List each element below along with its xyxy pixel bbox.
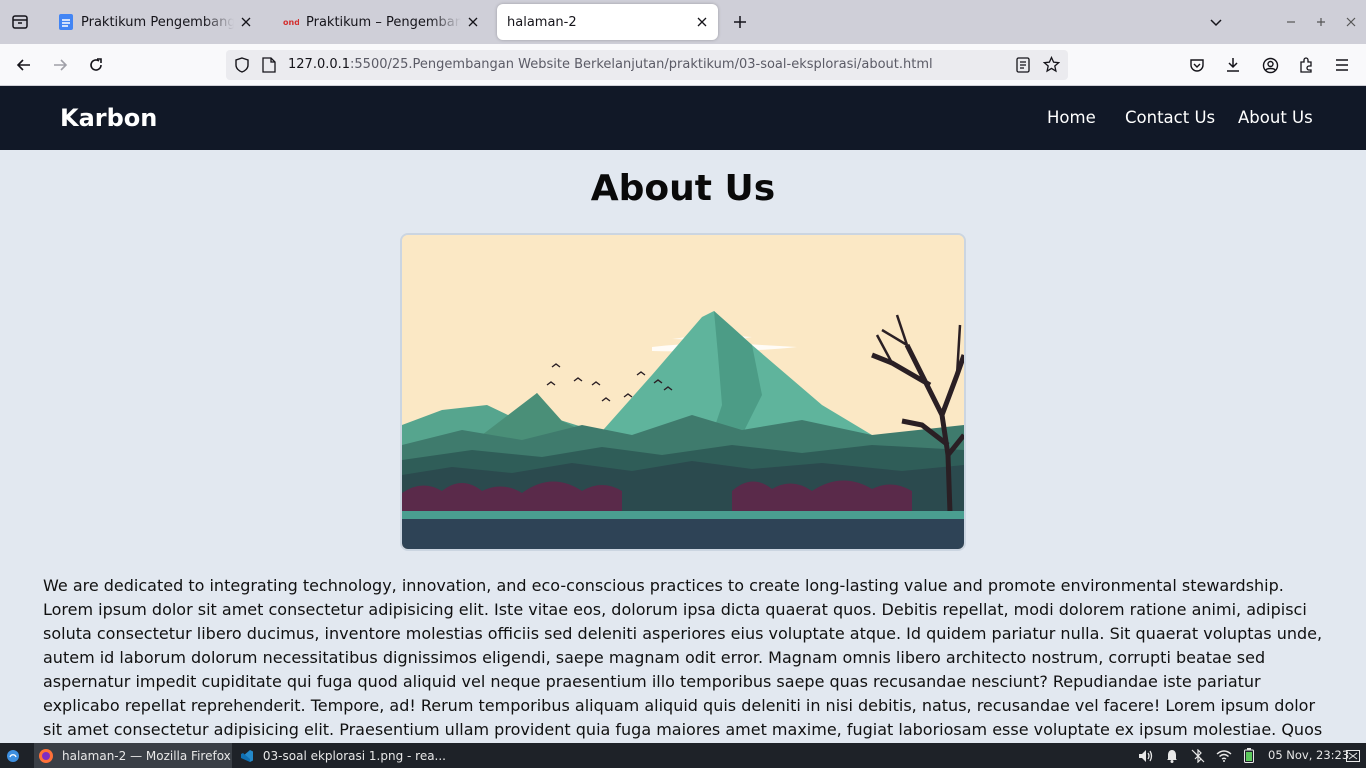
close-tab-icon[interactable] — [694, 14, 710, 30]
pocket-icon — [1190, 59, 1204, 72]
close-window-button[interactable] — [1337, 8, 1365, 36]
minimize-button[interactable] — [1277, 8, 1305, 36]
close-tab-icon[interactable] — [465, 14, 481, 30]
reload-icon — [90, 58, 102, 71]
new-tab-button[interactable] — [726, 8, 754, 36]
arrow-right-icon — [54, 59, 68, 71]
tab-title: Praktikum Pengembangan Website Berkelanj… — [81, 14, 234, 30]
browser-tab-docs[interactable]: Praktikum Pengembangan Website Berkelanj… — [50, 4, 262, 40]
url-bar[interactable]: 127.0.0.1:5500/25.Pengembangan Website B… — [226, 50, 1068, 80]
reader-view-icon[interactable] — [1016, 57, 1030, 77]
maximize-button[interactable] — [1307, 8, 1335, 36]
browser-tab-bar: Praktikum Pengembangan Website Berkelanj… — [0, 0, 1366, 44]
page-title: About Us — [590, 168, 776, 209]
mountain-landscape-illustration — [402, 235, 964, 549]
shield-icon[interactable] — [234, 57, 250, 77]
download-icon — [1227, 58, 1239, 72]
url-text[interactable]: 127.0.0.1:5500/25.Pengembangan Website B… — [288, 50, 933, 80]
plus-icon — [734, 16, 746, 28]
hero-image — [400, 233, 966, 551]
browser-tab-praktikum[interactable]: ond Praktikum – Pengembangan Website Ber… — [275, 4, 489, 40]
nav-link-contact[interactable]: Contact Us — [1125, 86, 1215, 150]
battery-button[interactable] — [1240, 743, 1258, 768]
tab-title: Praktikum – Pengembangan Website Berkela… — [306, 14, 461, 30]
os-taskbar: halaman-2 — Mozilla Firefox 03-soal ekpl… — [0, 743, 1366, 768]
svg-text:ond: ond — [283, 18, 299, 27]
notifications-button[interactable] — [1162, 743, 1182, 768]
chevron-down-icon — [1210, 19, 1222, 27]
tab-list-button[interactable] — [6, 8, 34, 36]
taskbar-item-label: halaman-2 — Mozilla Firefox — [62, 748, 231, 763]
firefox-icon — [38, 748, 54, 764]
bell-icon — [1167, 749, 1177, 763]
arrow-left-icon — [16, 59, 30, 71]
browser-toolbar: 127.0.0.1:5500/25.Pengembangan Website B… — [0, 44, 1366, 86]
start-menu-button[interactable] — [2, 743, 24, 768]
battery-icon — [1244, 748, 1254, 763]
start-menu-icon — [7, 749, 19, 762]
desktop-icon — [1346, 749, 1360, 762]
wifi-icon — [1216, 749, 1232, 762]
tab-list-icon — [12, 15, 28, 29]
about-paragraph: We are dedicated to integrating technolo… — [43, 576, 1323, 763]
puzzle-icon — [1300, 57, 1312, 73]
clock[interactable]: 05 Nov, 23:23 — [1268, 743, 1349, 768]
list-all-tabs-button[interactable] — [1202, 8, 1230, 36]
pocket-button[interactable] — [1183, 51, 1211, 79]
url-path: :5500/25.Pengembangan Website Berkelanju… — [350, 57, 933, 72]
show-desktop-button[interactable] — [1344, 743, 1362, 768]
taskbar-item-label: 03-soal ekplorasi 1.png - rea... — [262, 748, 446, 763]
wifi-button[interactable] — [1214, 743, 1234, 768]
back-button[interactable] — [10, 51, 38, 79]
hamburger-menu-icon — [1336, 59, 1348, 71]
page-icon[interactable] — [262, 57, 276, 77]
url-host: 127.0.0.1 — [288, 57, 351, 72]
browser-tab-active[interactable]: halaman-2 — [497, 4, 718, 40]
taskbar-item-vscode[interactable]: 03-soal ekplorasi 1.png - rea... — [236, 743, 446, 768]
taskbar-item-firefox[interactable]: halaman-2 — Mozilla Firefox — [34, 743, 232, 768]
bluetooth-off-icon — [1191, 748, 1205, 763]
account-button[interactable] — [1256, 51, 1284, 79]
tab-title: halaman-2 — [507, 14, 577, 30]
downloads-button[interactable] — [1219, 51, 1247, 79]
volume-button[interactable] — [1136, 743, 1156, 768]
maximize-icon — [1317, 18, 1325, 26]
menu-button[interactable] — [1328, 51, 1356, 79]
bookmark-star-icon[interactable] — [1042, 55, 1061, 77]
volume-icon — [1139, 749, 1153, 762]
site-logo-icon: ond — [283, 14, 299, 30]
site-navbar: Karbon Home Contact Us About Us — [0, 86, 1366, 150]
bluetooth-button[interactable] — [1188, 743, 1208, 768]
nav-link-home[interactable]: Home — [1047, 86, 1096, 150]
nav-link-about[interactable]: About Us — [1238, 86, 1313, 150]
google-docs-icon — [58, 14, 74, 30]
close-icon — [1346, 17, 1356, 27]
account-icon — [1262, 57, 1278, 73]
minimize-icon — [1287, 21, 1295, 23]
extensions-button[interactable] — [1292, 51, 1320, 79]
close-tab-icon[interactable] — [238, 14, 254, 30]
brand-logo[interactable]: Karbon — [60, 86, 157, 150]
reload-button[interactable] — [82, 51, 110, 79]
forward-button[interactable] — [46, 51, 74, 79]
vscode-icon — [240, 748, 255, 764]
